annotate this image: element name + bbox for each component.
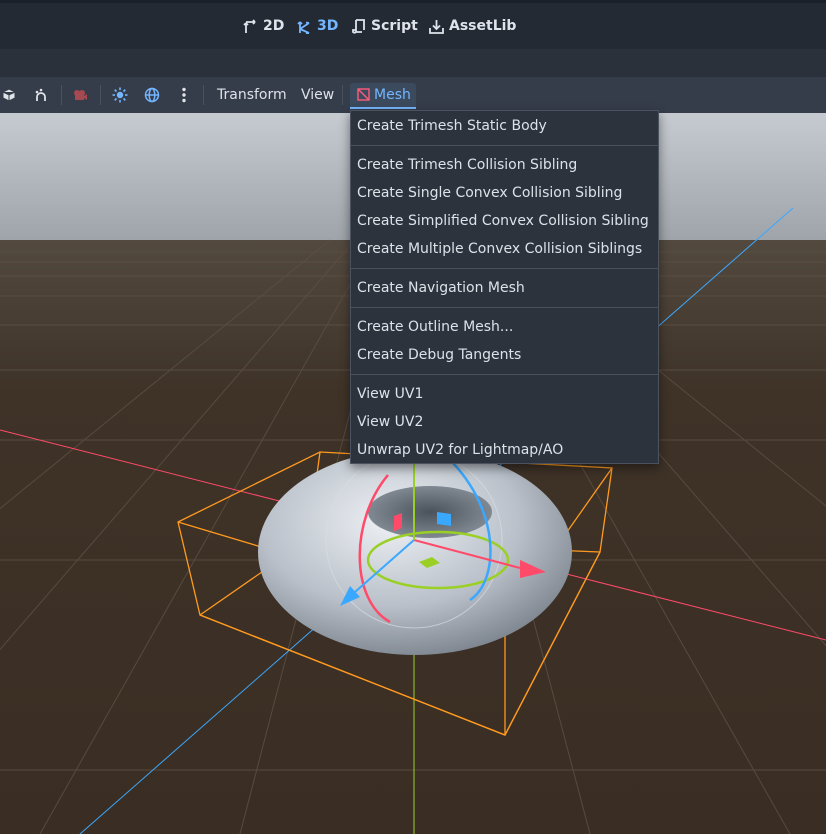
toolbar-separator: [203, 85, 204, 105]
menu-separator: [351, 268, 658, 269]
toolbar-separator: [100, 85, 101, 105]
assetlib-icon: [429, 19, 444, 34]
menu-separator: [351, 307, 658, 308]
view-menu-button[interactable]: View: [301, 77, 334, 113]
3d-icon: [297, 19, 312, 34]
toolbar-separator: [61, 85, 62, 105]
workspace-script-button[interactable]: Script: [352, 3, 418, 49]
workspace-script-label: Script: [371, 18, 418, 34]
workspace-assetlib-button[interactable]: AssetLib: [429, 3, 516, 49]
workspace-3d-label: 3D: [317, 18, 339, 34]
menu-item-create-single-convex-collision-sibling[interactable]: Create Single Convex Collision Sibling: [357, 179, 622, 207]
workspace-assetlib-label: AssetLib: [449, 18, 517, 34]
menu-separator: [351, 145, 658, 146]
editor-top-bar: 2D 3D Script AssetLib: [0, 0, 826, 49]
more-options-icon[interactable]: [172, 77, 196, 113]
toolbar-separator: [342, 85, 343, 105]
menu-item-view-uv2[interactable]: View UV2: [357, 408, 423, 436]
mesh-menu-label: Mesh: [374, 87, 411, 103]
menu-item-create-debug-tangents[interactable]: Create Debug Tangents: [357, 341, 521, 369]
2d-icon: [243, 18, 258, 34]
menu-item-unwrap-uv2[interactable]: Unwrap UV2 for Lightmap/AO: [357, 436, 563, 464]
menu-item-create-trimesh-collision-sibling[interactable]: Create Trimesh Collision Sibling: [357, 151, 577, 179]
workspace-2d-button[interactable]: 2D: [243, 3, 284, 49]
cube-icon[interactable]: [0, 77, 21, 113]
menu-item-create-trimesh-static-body[interactable]: Create Trimesh Static Body: [357, 112, 547, 140]
mesh-icon: [357, 86, 370, 105]
menu-item-view-uv1[interactable]: View UV1: [357, 380, 423, 408]
transform-menu-button[interactable]: Transform: [217, 77, 287, 113]
menu-item-create-multiple-convex-collision-siblings[interactable]: Create Multiple Convex Collision Sibling…: [357, 235, 642, 263]
script-icon: [352, 18, 366, 34]
menu-item-create-navigation-mesh[interactable]: Create Navigation Mesh: [357, 274, 525, 302]
workspace-3d-button[interactable]: 3D: [297, 3, 338, 49]
workspace-2d-label: 2D: [263, 18, 285, 34]
snap-icon[interactable]: [29, 77, 53, 113]
menu-item-create-outline-mesh[interactable]: Create Outline Mesh...: [357, 313, 513, 341]
mesh-dropdown-menu: Create Trimesh Static Body Create Trimes…: [350, 110, 659, 464]
menu-item-create-simplified-convex-collision-sibling[interactable]: Create Simplified Convex Collision Sibli…: [357, 207, 649, 235]
torus-hole: [368, 486, 492, 538]
menu-separator: [351, 374, 658, 375]
sun-icon[interactable]: [108, 77, 132, 113]
camera-icon[interactable]: [68, 77, 92, 113]
scene-tabs-bar: [0, 49, 826, 77]
globe-icon[interactable]: [140, 77, 164, 113]
mesh-menu-button[interactable]: Mesh: [350, 83, 416, 109]
